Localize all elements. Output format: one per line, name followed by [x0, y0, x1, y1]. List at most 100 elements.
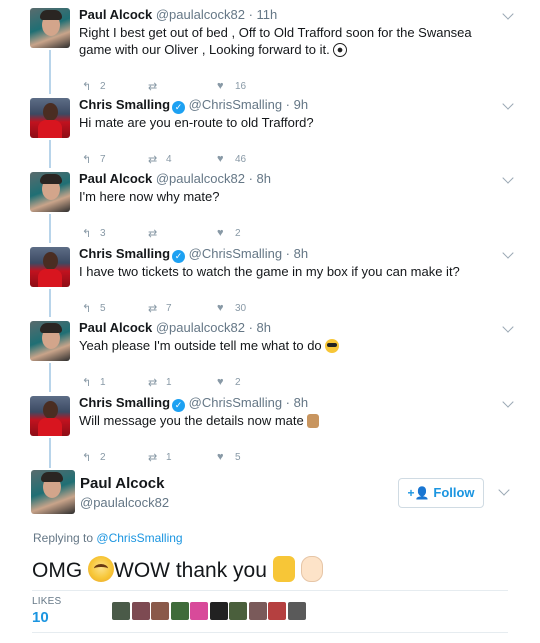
retweet-button[interactable]: ⇄ 1: [148, 451, 172, 465]
avatar[interactable]: [30, 8, 70, 48]
reply-button[interactable]: ↰ 1: [82, 376, 106, 390]
liker-avatar[interactable]: [287, 602, 306, 620]
author-name[interactable]: Chris Smalling: [79, 395, 170, 410]
like-button[interactable]: ♥ 2: [217, 227, 241, 241]
ok-hand-icon: [300, 556, 323, 582]
reply-button[interactable]: ↰ 7: [82, 153, 106, 167]
thread-connector: [49, 438, 51, 468]
timestamp[interactable]: · 8h: [249, 171, 271, 186]
retweet-icon: ⇄: [148, 303, 158, 315]
like-button[interactable]: ♥ 16: [217, 80, 246, 94]
retweet-button[interactable]: ⇄ 1: [148, 376, 172, 390]
follow-button[interactable]: +👤 Follow: [398, 478, 484, 508]
author-handle[interactable]: @ChrisSmalling: [189, 97, 282, 112]
pointing-hand-icon: [307, 414, 320, 428]
reply-icon: ↰: [82, 154, 92, 166]
thread-tweet[interactable]: Chris Smalling ✓ @ChrisSmalling · 8h Will…: [0, 395, 540, 470]
like-button[interactable]: ♥ 5: [217, 451, 241, 465]
author-handle[interactable]: @paulalcock82: [156, 7, 245, 22]
timestamp[interactable]: · 9h: [286, 97, 308, 112]
tweet-header: Chris Smalling ✓ @ChrisSmalling · 8h: [79, 395, 308, 412]
reply-icon: ↰: [82, 377, 92, 389]
replying-to: Replying to @ChrisSmalling: [33, 531, 183, 545]
author-handle[interactable]: @ChrisSmalling: [189, 395, 282, 410]
heart-icon: ♥: [217, 302, 224, 314]
author-handle[interactable]: @paulalcock82: [156, 171, 245, 186]
author-name[interactable]: Paul Alcock: [79, 7, 152, 22]
retweet-icon: ⇄: [148, 228, 158, 240]
likes-label: LIKES: [32, 596, 62, 607]
heart-icon: ♥: [217, 153, 224, 165]
author-name[interactable]: Chris Smalling: [79, 246, 170, 261]
tweet-header: Paul Alcock @paulalcock82 · 8h: [79, 171, 271, 186]
thread-connector: [49, 214, 51, 243]
chevron-down-icon[interactable]: [498, 484, 510, 496]
heart-icon: ♥: [217, 451, 224, 463]
liker-avatar[interactable]: [112, 602, 130, 620]
retweet-button[interactable]: ⇄: [148, 80, 166, 94]
chevron-down-icon[interactable]: [502, 247, 514, 259]
thread-connector: [49, 140, 51, 168]
chevron-down-icon[interactable]: [502, 321, 514, 333]
heart-icon: ♥: [217, 80, 224, 92]
thread-connector: [49, 50, 51, 94]
avatar[interactable]: [30, 396, 70, 436]
author-handle[interactable]: @ChrisSmalling: [189, 246, 282, 261]
thread-tweet[interactable]: Chris Smalling ✓ @ChrisSmalling · 8h I ha…: [0, 246, 540, 321]
liker-avatar[interactable]: [268, 602, 286, 620]
reply-button[interactable]: ↰ 5: [82, 302, 106, 316]
reply-icon: ↰: [82, 81, 92, 93]
thread-tweet[interactable]: Paul Alcock @paulalcock82 · 8h I'm here …: [0, 171, 540, 246]
chevron-down-icon[interactable]: [502, 98, 514, 110]
avatar[interactable]: [30, 172, 70, 212]
reply-button[interactable]: ↰ 2: [82, 451, 106, 465]
author-name[interactable]: Paul Alcock: [80, 475, 164, 492]
retweet-button[interactable]: ⇄ 4: [148, 153, 172, 167]
retweet-icon: ⇄: [148, 377, 158, 389]
avatar[interactable]: [30, 247, 70, 287]
likes-count[interactable]: 10: [32, 609, 49, 626]
chevron-down-icon[interactable]: [502, 396, 514, 408]
verified-badge-icon: ✓: [172, 399, 186, 412]
liker-avatar[interactable]: [190, 602, 208, 620]
reply-button[interactable]: ↰ 3: [82, 227, 106, 241]
liker-avatar[interactable]: [151, 602, 169, 620]
like-button[interactable]: ♥ 46: [217, 153, 246, 167]
tweet-text: I'm here now why mate?: [79, 189, 220, 204]
liker-avatar[interactable]: [248, 602, 267, 620]
reply-button[interactable]: ↰ 2: [82, 80, 106, 94]
retweet-button[interactable]: ⇄: [148, 227, 166, 241]
thread-tweet[interactable]: Paul Alcock @paulalcock82 · 8h Yeah plea…: [0, 320, 540, 395]
add-user-icon: +👤: [407, 486, 430, 500]
avatar[interactable]: [30, 321, 70, 361]
thread-tweet[interactable]: Paul Alcock @paulalcock82 · 11h Right I …: [0, 7, 540, 93]
mention-link[interactable]: @ChrisSmalling: [96, 531, 182, 545]
timestamp[interactable]: · 11h: [249, 7, 278, 22]
liker-avatar[interactable]: [229, 602, 247, 620]
liker-avatar[interactable]: [209, 602, 228, 620]
avatar[interactable]: [30, 98, 70, 138]
author-name[interactable]: Chris Smalling: [79, 97, 170, 112]
thumbs-up-icon: [272, 556, 295, 582]
timestamp[interactable]: · 8h: [249, 320, 271, 335]
liker-avatar[interactable]: [170, 602, 189, 620]
tweet-text: Yeah please I'm outside tell me what to …: [79, 337, 499, 354]
heart-icon: ♥: [217, 227, 224, 239]
timestamp[interactable]: · 8h: [286, 395, 308, 410]
chevron-down-icon[interactable]: [502, 8, 514, 20]
thread-tweet[interactable]: Chris Smalling ✓ @ChrisSmalling · 9h Hi m…: [0, 97, 540, 172]
liker-avatar[interactable]: [131, 602, 150, 620]
author-handle[interactable]: @paulalcock82: [156, 320, 245, 335]
author-handle[interactable]: @paulalcock82: [80, 495, 169, 510]
author-name[interactable]: Paul Alcock: [79, 171, 152, 186]
verified-badge-icon: ✓: [172, 250, 186, 263]
author-name[interactable]: Paul Alcock: [79, 320, 152, 335]
timestamp[interactable]: · 8h: [286, 246, 308, 261]
reply-icon: ↰: [82, 452, 92, 464]
heart-icon: ♥: [217, 376, 224, 388]
chevron-down-icon[interactable]: [502, 172, 514, 184]
avatar[interactable]: [31, 470, 75, 514]
like-button[interactable]: ♥ 2: [217, 376, 241, 390]
like-button[interactable]: ♥ 30: [217, 302, 246, 316]
retweet-button[interactable]: ⇄ 7: [148, 302, 172, 316]
